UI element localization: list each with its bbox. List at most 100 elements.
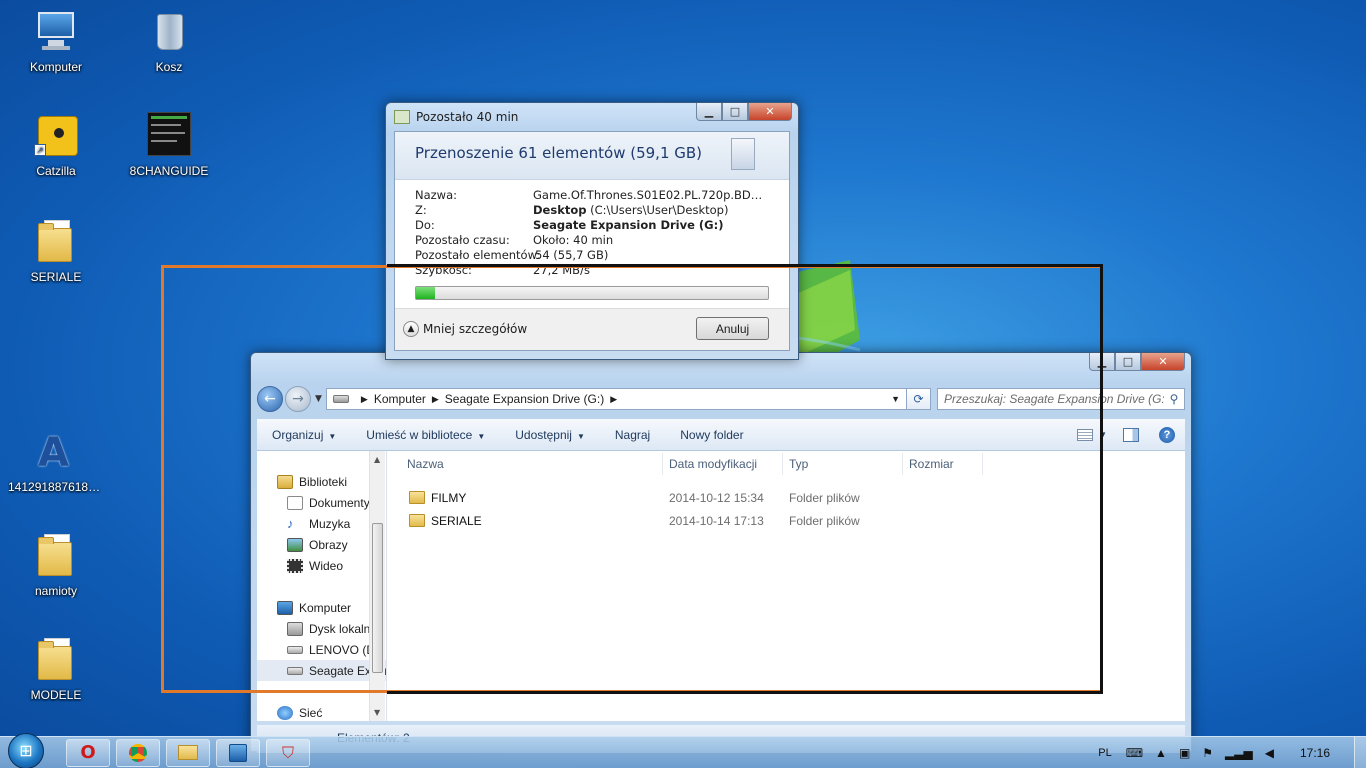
system-tray: PL ⌨ ▲ ▣ ⚑ ▂▃▅ ◀ 17:16 bbox=[1098, 737, 1366, 768]
show-desktop-button[interactable] bbox=[1354, 737, 1366, 768]
share-menu[interactable]: Udostępnij ▼ bbox=[500, 428, 600, 442]
show-hidden-icons-icon[interactable]: ▲ bbox=[1155, 746, 1167, 760]
desktop-icon-recycle-bin[interactable]: Kosz bbox=[121, 8, 217, 74]
desktop-icon-label: namioty bbox=[34, 584, 78, 598]
taskbar-explorer[interactable] bbox=[166, 738, 210, 767]
cancel-button[interactable]: Anuluj bbox=[696, 317, 769, 340]
taskbar-chrome[interactable] bbox=[116, 738, 160, 767]
nav-videos[interactable]: Wideo bbox=[257, 555, 386, 576]
table-row[interactable]: FILMY 2014-10-12 15:34 Folder plików bbox=[387, 487, 1185, 508]
chevron-right-icon[interactable]: ▶ bbox=[610, 394, 617, 405]
desktop-icon-label: 1412918876188418... bbox=[8, 480, 104, 494]
explorer-window[interactable]: ▁ □ ✕ ← → ▼ ▶ Komputer ▶ Seagate Expansi… bbox=[250, 352, 1192, 753]
folder-icon bbox=[32, 636, 80, 684]
nav-documents[interactable]: Dokumenty bbox=[257, 492, 386, 513]
burn-button[interactable]: Nagraj bbox=[600, 428, 665, 442]
action-center-flag-icon[interactable]: ⚑ bbox=[1202, 746, 1213, 760]
nav-lenovo-drive[interactable]: LENOVO (D:) bbox=[257, 639, 386, 660]
copy-progress-dialog[interactable]: Pozostało 40 min ▁ □ ✕ Przenoszenie 61 e… bbox=[385, 102, 799, 360]
nav-local-disk[interactable]: Dysk lokalny bbox=[257, 618, 386, 639]
keyboard-icon[interactable]: ⌨ bbox=[1126, 746, 1143, 760]
nav-libraries[interactable]: Biblioteki bbox=[257, 471, 386, 492]
documents-icon bbox=[287, 495, 303, 510]
desktop-icon-label: SERIALE bbox=[30, 270, 82, 284]
breadcrumb-computer[interactable]: Komputer bbox=[374, 392, 426, 406]
search-icon[interactable]: ⚲ bbox=[1164, 392, 1184, 406]
scrollbar-thumb[interactable] bbox=[372, 523, 383, 673]
destination-link[interactable]: Seagate Expansion Drive (G:) bbox=[533, 218, 723, 232]
taskbar-copy-app[interactable] bbox=[216, 738, 260, 767]
view-dropdown-icon[interactable]: ▼ bbox=[1099, 430, 1107, 439]
detail-label: Z: bbox=[415, 203, 427, 217]
back-button[interactable]: ← bbox=[257, 386, 283, 412]
nav-music[interactable]: ♪ Muzyka bbox=[257, 513, 386, 534]
view-options-icon[interactable] bbox=[1077, 428, 1094, 441]
folder-icon bbox=[409, 514, 425, 527]
column-headers: Nazwa Data modyfikacji Typ Rozmiar bbox=[387, 451, 1185, 477]
nav-computer[interactable]: Komputer bbox=[257, 597, 386, 618]
desktop-icon-namioty[interactable]: namioty bbox=[8, 532, 104, 598]
close-button[interactable]: ✕ bbox=[748, 103, 792, 121]
address-dropdown-icon[interactable]: ▼ bbox=[891, 394, 900, 404]
minimize-button[interactable]: ▁ bbox=[696, 103, 722, 121]
detail-label: Szybkość: bbox=[415, 263, 472, 277]
table-row[interactable]: SERIALE 2014-10-14 17:13 Folder plików bbox=[387, 510, 1185, 531]
removable-device-icon[interactable]: ▣ bbox=[1179, 746, 1190, 760]
column-header-size[interactable]: Rozmiar bbox=[903, 452, 983, 475]
transfer-speed: 27,2 MB/s bbox=[533, 263, 590, 277]
taskbar-opera[interactable]: O bbox=[66, 738, 110, 767]
column-header-date[interactable]: Data modyfikacji bbox=[663, 452, 783, 475]
search-input[interactable]: Przeszukaj: Seagate Expansion Drive (G:)… bbox=[937, 388, 1185, 410]
desktop-icon-seriale[interactable]: SERIALE bbox=[8, 218, 104, 284]
include-in-library-menu[interactable]: Umieść w bibliotece ▼ bbox=[351, 428, 500, 442]
desktop-icon-computer[interactable]: Komputer bbox=[8, 8, 104, 74]
minimize-button[interactable]: ▁ bbox=[1089, 353, 1115, 371]
folder-icon bbox=[178, 745, 198, 760]
address-bar[interactable]: ▶ Komputer ▶ Seagate Expansion Drive (G:… bbox=[325, 388, 907, 410]
chevron-right-icon[interactable]: ▶ bbox=[361, 394, 368, 405]
new-folder-button[interactable]: Nowy folder bbox=[665, 428, 758, 442]
scroll-down-icon[interactable]: ▼ bbox=[374, 708, 380, 717]
navigation-pane: Biblioteki Dokumenty ♪ Muzyka Obrazy Wide… bbox=[257, 451, 387, 721]
copy-icon bbox=[394, 110, 410, 124]
language-indicator[interactable]: PL bbox=[1098, 747, 1111, 759]
maximize-button[interactable]: □ bbox=[722, 103, 748, 121]
close-button[interactable]: ✕ bbox=[1141, 353, 1185, 371]
maximize-button[interactable]: □ bbox=[1115, 353, 1141, 371]
desktop-icon-alcohol[interactable]: A 1412918876188418... bbox=[8, 428, 104, 494]
clock[interactable]: 17:16 bbox=[1300, 746, 1330, 760]
source-link[interactable]: Desktop bbox=[533, 203, 586, 217]
desktop-icon-label: Komputer bbox=[29, 60, 83, 74]
help-icon[interactable]: ? bbox=[1159, 426, 1175, 443]
less-details-button[interactable]: ▲ Mniej szczegółów bbox=[403, 321, 527, 337]
file-type: Folder plików bbox=[789, 490, 860, 505]
network-signal-icon[interactable]: ▂▃▅ bbox=[1225, 746, 1253, 760]
taskbar-app[interactable]: ⛉ bbox=[266, 738, 310, 767]
computer-icon bbox=[32, 8, 80, 56]
volume-icon[interactable]: ◀ bbox=[1265, 746, 1274, 760]
current-file-name: Game.Of.Thrones.S01E02.PL.720p.BDRip.Xv.… bbox=[533, 188, 769, 202]
drive-icon bbox=[332, 395, 349, 403]
forward-button[interactable]: → bbox=[285, 386, 311, 412]
organize-menu[interactable]: Organizuj ▼ bbox=[257, 428, 351, 442]
chevron-up-icon: ▲ bbox=[403, 321, 419, 337]
network-icon bbox=[277, 705, 293, 720]
preview-pane-icon[interactable] bbox=[1123, 427, 1139, 442]
desktop-icon-catzilla[interactable]: ↗ Catzilla bbox=[8, 112, 104, 178]
refresh-button[interactable]: ⟳ bbox=[907, 388, 931, 410]
column-header-name[interactable]: Nazwa bbox=[387, 452, 663, 475]
column-header-type[interactable]: Typ bbox=[783, 452, 903, 475]
nav-pictures[interactable]: Obrazy bbox=[257, 534, 386, 555]
folder-icon bbox=[32, 532, 80, 580]
desktop-icon-8changuide[interactable]: 8CHANGUIDE bbox=[121, 112, 217, 178]
chevron-right-icon[interactable]: ▶ bbox=[432, 394, 439, 405]
scroll-up-icon[interactable]: ▲ bbox=[374, 455, 380, 464]
start-button[interactable]: ⊞ bbox=[8, 732, 44, 768]
breadcrumb-seagate[interactable]: Seagate Expansion Drive (G:) bbox=[445, 392, 604, 406]
nav-seagate-drive[interactable]: Seagate Expansion Drive (G:) bbox=[257, 660, 386, 681]
desktop-icon-modele[interactable]: MODELE bbox=[8, 636, 104, 702]
pictures-icon bbox=[287, 537, 303, 552]
navigation-scrollbar[interactable]: ▲ ▼ bbox=[369, 451, 385, 721]
recent-pages-dropdown[interactable]: ▼ bbox=[315, 394, 322, 404]
nav-network[interactable]: Sieć bbox=[257, 702, 386, 721]
